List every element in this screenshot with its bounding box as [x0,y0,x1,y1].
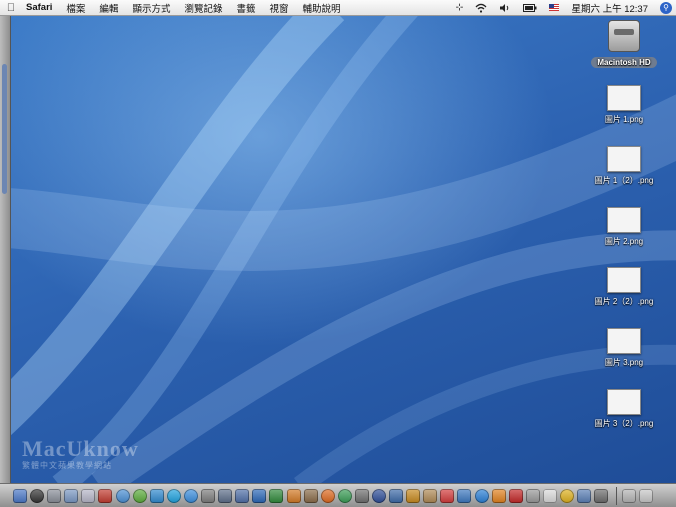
photo-tool-icon[interactable] [235,488,250,503]
trash-icon[interactable] [639,488,654,503]
image-thumbnail-icon [607,389,641,415]
iphoto-icon[interactable] [389,488,404,503]
photo-icon[interactable] [81,488,96,503]
desktop-icon-file[interactable]: 圖片 1.png [581,85,667,125]
acrobat-icon[interactable] [98,488,113,503]
system-preferences-icon[interactable] [47,488,62,503]
address-book-icon[interactable] [423,488,438,503]
imovie-icon[interactable] [354,488,369,503]
site-watermark: MacUknow 繁體中文蘋果教學網站 [22,436,139,471]
hard-drive-icon [608,20,640,52]
chat-figure-icon[interactable] [149,488,164,503]
apple-menu-icon[interactable]:  [0,2,22,14]
wallpaper-waves [0,16,676,483]
flashget-icon[interactable] [508,488,523,503]
image-thumbnail-icon [607,328,641,354]
menu-clock[interactable]: 星期六 上午 12:37 [565,1,654,15]
watermark-title: MacUknow [22,436,139,461]
desktop-icon-label: 圖片 1.png [604,115,644,124]
documents-stack-icon[interactable] [622,488,637,503]
wifi-icon[interactable] [469,3,493,13]
skype-icon[interactable] [166,488,181,503]
desktop-icon-label: 圖片 3（2）.png [594,419,654,428]
menu-window[interactable]: 視窗 [262,1,295,15]
menu-bar:  Safari 檔案 編輯 顯示方式 瀏覽記錄 書籤 視窗 輔助說明 ⊹ 星期… [0,0,676,16]
bluetooth-icon[interactable]: ⊹ [449,2,469,13]
desktop-icon-macintosh-hd[interactable]: Macintosh HD [581,20,667,70]
preview-icon[interactable] [64,488,79,503]
desktop-icon-file[interactable]: 圖片 2.png [581,207,667,247]
scroll-knob[interactable] [2,64,7,194]
powerpoint-icon[interactable] [286,488,301,503]
mail-icon[interactable] [457,488,472,503]
garageband-icon[interactable] [406,488,421,503]
dictionary-icon[interactable] [303,488,318,503]
volume-icon[interactable] [493,3,517,13]
disk-utility-icon[interactable] [525,488,540,503]
desktop [0,16,676,483]
image-thumbnail-icon [607,85,641,111]
desktop-icon-label: 圖片 2.png [604,237,644,246]
pen-tool-icon[interactable] [218,488,233,503]
safari-icon[interactable] [115,488,130,503]
menu-bookmarks[interactable]: 書籤 [229,1,262,15]
dock-separator [616,486,618,505]
input-flag-icon[interactable] [543,4,565,11]
image-thumbnail-icon [607,267,641,293]
desktop-icon-label: Macintosh HD [591,57,657,68]
firefox-icon[interactable] [320,488,335,503]
itunes-icon[interactable] [337,488,352,503]
ical-icon[interactable] [440,488,455,503]
vlc-icon[interactable] [491,488,506,503]
desktop-icon-file[interactable]: 圖片 1（2）.png [581,146,667,186]
norton-icon[interactable] [560,488,574,503]
desktop-icon-label: 圖片 3.png [604,358,644,367]
spotlight-icon[interactable]: ⚲ [660,1,672,14]
dock [0,483,676,507]
desktop-icon-file[interactable]: 圖片 2（2）.png [581,267,667,307]
menu-file[interactable]: 檔案 [59,1,92,15]
desktop-icon-file[interactable]: 圖片 3（2）.png [581,389,667,429]
migration-icon[interactable] [577,488,592,503]
image-thumbnail-icon [607,146,641,172]
window-edge [0,16,11,486]
menu-app-name[interactable]: Safari [22,2,59,13]
excel-icon[interactable] [269,488,284,503]
battery-icon[interactable] [517,3,543,12]
idvd-icon[interactable] [371,488,386,503]
desktop-icon-label: 圖片 1（2）.png [594,176,654,185]
globe-icon[interactable] [474,488,489,503]
terminal-icon[interactable] [542,488,557,503]
menu-help[interactable]: 輔助說明 [296,1,348,15]
dashboard-icon[interactable] [30,488,45,503]
network-icon[interactable] [201,488,216,503]
desktop-icon-label: 圖片 2（2）.png [594,297,654,306]
menu-edit[interactable]: 編輯 [92,1,125,15]
finder-icon[interactable] [13,488,27,503]
image-thumbnail-icon [607,207,641,233]
script-editor-icon[interactable] [594,488,609,503]
ichat-icon[interactable] [183,488,198,503]
menu-view[interactable]: 顯示方式 [125,1,177,15]
word-icon[interactable] [252,488,267,503]
menu-history[interactable]: 瀏覽記錄 [177,1,229,15]
adium-icon[interactable] [132,488,147,503]
desktop-icon-file[interactable]: 圖片 3.png [581,328,667,368]
